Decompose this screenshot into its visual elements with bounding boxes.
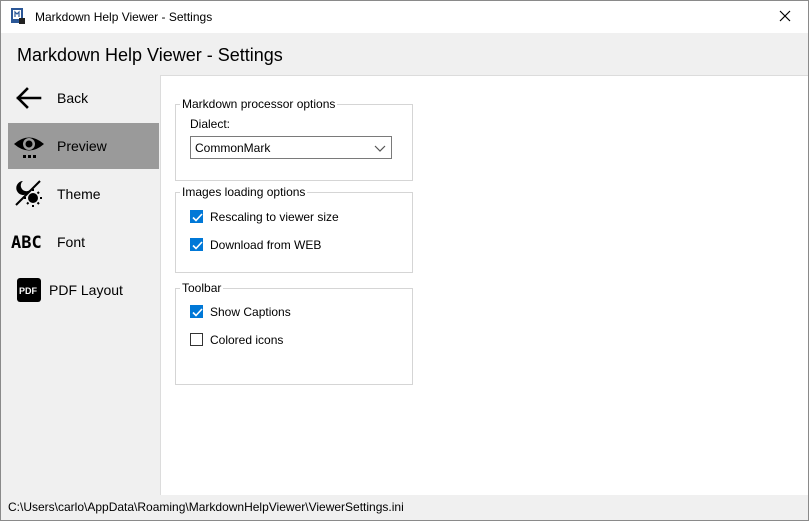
sidebar-item-label: Font <box>57 234 86 250</box>
download-web-checkbox[interactable] <box>190 238 203 251</box>
pdf-icon: PDF <box>14 278 42 302</box>
colored-icons-checkbox[interactable] <box>190 333 203 346</box>
dialect-label: Dialect: <box>190 117 231 131</box>
window-title: Markdown Help Viewer - Settings <box>35 10 213 24</box>
group-title: Images loading options <box>180 185 308 199</box>
settings-window: Markdown Help Viewer - Settings Markdown… <box>0 0 809 521</box>
sidebar-item-label: Back <box>57 90 89 106</box>
page-title: Markdown Help Viewer - Settings <box>17 45 283 65</box>
chevron-down-icon <box>374 143 386 153</box>
checkbox-label: Show Captions <box>210 305 291 319</box>
checkbox-label: Rescaling to viewer size <box>210 210 339 224</box>
sidebar-item-label: Theme <box>57 186 101 202</box>
font-abc-icon: ABC <box>11 230 42 254</box>
toolbar-options-group: Toolbar Show Captions Colored icons <box>175 281 413 385</box>
group-title: Markdown processor options <box>180 97 338 111</box>
show-captions-checkbox[interactable] <box>190 305 203 318</box>
sidebar-item-preview[interactable]: Preview <box>8 123 159 169</box>
dialect-select[interactable]: CommonMark <box>190 136 392 159</box>
svg-text:PDF: PDF <box>19 286 38 296</box>
markdown-options-group: Markdown processor options Dialect: Comm… <box>175 97 413 181</box>
rescaling-checkbox[interactable] <box>190 210 203 223</box>
close-icon <box>779 10 791 25</box>
sidebar-item-back[interactable]: Back <box>8 75 159 121</box>
page-header: Markdown Help Viewer - Settings <box>1 33 808 75</box>
checkbox-label: Download from WEB <box>210 238 322 252</box>
title-bar: Markdown Help Viewer - Settings <box>1 1 808 33</box>
sidebar-item-pdf-layout[interactable]: PDF PDF Layout <box>8 267 159 313</box>
arrow-left-icon <box>14 86 42 110</box>
close-button[interactable] <box>762 1 808 33</box>
sidebar-item-theme[interactable]: Theme <box>8 171 159 217</box>
svg-text:ABC: ABC <box>11 233 42 253</box>
sidebar: Back Preview Theme ABC Font PDF PDF Layo… <box>1 75 160 495</box>
checkbox-label: Colored icons <box>210 333 284 347</box>
markdown-app-icon <box>10 8 26 24</box>
status-bar: C:\Users\carlo\AppData\Roaming\MarkdownH… <box>1 495 808 520</box>
settings-panel: Markdown processor options Dialect: Comm… <box>160 75 808 495</box>
theme-icon <box>14 180 42 207</box>
sidebar-item-label: PDF Layout <box>49 282 123 298</box>
settings-file-path: C:\Users\carlo\AppData\Roaming\MarkdownH… <box>8 500 404 514</box>
sidebar-item-font[interactable]: ABC Font <box>8 219 159 265</box>
eye-icon <box>14 134 44 158</box>
images-options-group: Images loading options Rescaling to view… <box>175 185 413 273</box>
sidebar-item-label: Preview <box>57 138 107 154</box>
dialect-select-value: CommonMark <box>195 141 271 155</box>
group-title: Toolbar <box>180 281 224 295</box>
